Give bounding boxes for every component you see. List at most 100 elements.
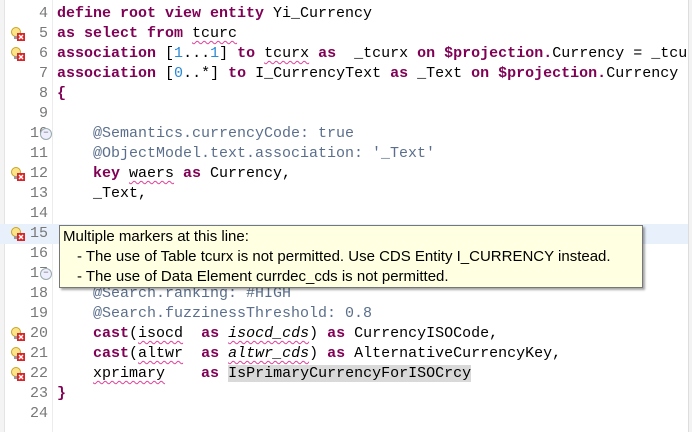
vertical-scrollbar[interactable] [688, 0, 692, 432]
line-number: 23 [29, 385, 48, 402]
code-token: } [57, 385, 67, 402]
code-line[interactable]: 11 @ObjectModel.text.association: '_Text… [0, 144, 688, 164]
code-line[interactable]: 6 association [1...1] to tcurx as _tcurx … [0, 44, 692, 64]
code-token: [ [165, 45, 175, 62]
code-token: IsPrimaryCurrencyForISOCrcy [228, 365, 472, 382]
code-line[interactable]: 19 @Search.fuzzinessThreshold: 0.8 [0, 304, 688, 324]
line-number: 22 [29, 365, 48, 382]
code-line[interactable]: 13 _Text, [0, 184, 688, 204]
code-token-error-underlined: isocd_cds [228, 325, 310, 342]
tooltip-item: - The use of Data Element currdec_cds is… [77, 268, 449, 285]
code-token: Yi_Currency [273, 5, 373, 22]
code-token: ... [183, 45, 211, 62]
code-line[interactable]: 23} [0, 384, 688, 404]
code-text: xprimary as IsPrimaryCurrencyForISOCrcy [57, 364, 472, 384]
code-token-error-underlined: waers [129, 165, 175, 182]
code-line[interactable]: 5 as select from tcurc [0, 24, 688, 44]
line-number: 8 [38, 85, 48, 102]
code-line[interactable]: 8{ [0, 84, 688, 104]
code-token: as [309, 45, 355, 62]
code-line[interactable]: 4 define root view entity Yi_Currency [0, 4, 688, 24]
tooltip-title: Multiple markers at this line: [63, 228, 249, 245]
line-number: 11 [29, 145, 48, 162]
tooltip-item: - The use of Table tcurx is not permitte… [77, 248, 611, 265]
code-line[interactable]: 24 [0, 404, 688, 424]
code-token: I_CurrencyText [255, 65, 391, 82]
code-token: ) [309, 345, 328, 362]
line-number: 6 [38, 45, 48, 62]
code-text: key waers as Currency, [57, 164, 291, 184]
code-text: cast(altwr as altwr_cds) as AlternativeC… [57, 344, 561, 364]
code-token: [ [165, 65, 175, 82]
code-token: 0 [174, 65, 184, 82]
code-line[interactable]: 22 xprimary as IsPrimaryCurrencyForISOCr… [0, 364, 688, 384]
code-token: 1 [210, 45, 220, 62]
code-token: as [174, 165, 211, 182]
line-number: 20 [29, 325, 48, 342]
code-token: as [201, 325, 229, 342]
code-token: ) [309, 325, 328, 342]
code-line[interactable]: 12 key waers as Currency, [0, 164, 688, 184]
line-number: 16 [29, 245, 48, 262]
code-token: Currency, [210, 165, 292, 182]
code-line[interactable]: 21 cast(altwr as altwr_cds) as Alternati… [0, 344, 688, 364]
code-text: define root view entity Yi_Currency [57, 4, 372, 24]
code-token: cast [57, 325, 130, 342]
code-text: @Search.fuzzinessThreshold: 0.8 [57, 304, 372, 324]
code-token: Currency [606, 65, 679, 82]
code-token: ..*] [183, 65, 229, 82]
code-token: as [201, 365, 229, 382]
code-token: _Text [417, 65, 472, 82]
code-text: { [57, 84, 66, 104]
code-text: _Text, [57, 184, 147, 204]
code-text: as select from tcurc [57, 24, 237, 44]
code-line[interactable]: 20 cast(isocd as isocd_cds) as CurrencyI… [0, 324, 688, 344]
code-token: as select from [57, 25, 193, 42]
code-token-error-underlined: altwr_cds [228, 345, 310, 362]
code-text: association [0..*] to I_CurrencyText as … [57, 64, 678, 84]
code-text: @Semantics.currencyCode: true [57, 124, 354, 144]
code-token: _Text, [57, 185, 148, 202]
code-token: cast [57, 345, 130, 362]
fold-collapse-icon[interactable]: − [40, 128, 52, 140]
code-text: cast(isocd as isocd_cds) as CurrencyISOC… [57, 324, 498, 344]
line-number: 12 [29, 165, 48, 182]
code-line[interactable]: 10− @Semantics.currencyCode: true [0, 124, 688, 144]
code-token: @Semantics.currencyCode: true [57, 125, 355, 142]
code-token: ] [219, 45, 238, 62]
code-token: as [390, 65, 418, 82]
code-token: @ObjectModel.text.association: '_Text' [57, 145, 436, 162]
code-line[interactable]: 9 [0, 104, 688, 124]
code-token: to [237, 45, 265, 62]
line-number: 19 [29, 305, 48, 322]
line-number: 5 [38, 25, 48, 42]
code-token: on $projection. [471, 65, 607, 82]
code-editor[interactable]: 4 define root view entity Yi_Currency 5 as … [0, 4, 692, 424]
code-token: as [327, 325, 355, 342]
code-token-error-underlined: tcurx [264, 45, 310, 62]
fold-collapse-icon[interactable]: − [40, 268, 52, 280]
code-line[interactable]: 14 [0, 204, 688, 224]
line-number: 9 [38, 105, 48, 122]
code-text: association [1...1] to tcurx as _tcurx o… [57, 44, 692, 64]
code-token: ( [129, 325, 139, 342]
line-number: 13 [29, 185, 48, 202]
code-text: @ObjectModel.text.association: '_Text' [57, 144, 435, 164]
code-token: ( [129, 345, 139, 362]
code-token: association [57, 45, 166, 62]
code-token-error-underlined: xprimary [93, 365, 166, 382]
code-token: 1 [174, 45, 184, 62]
line-number: 4 [38, 5, 48, 22]
code-token-error-underlined: isocd [138, 325, 184, 342]
line-number: 7 [38, 65, 48, 82]
marker-hover-tooltip: Multiple markers at this line: - The use… [59, 225, 643, 288]
line-number: 15 [29, 225, 48, 242]
code-line[interactable]: 7 association [0..*] to I_CurrencyText as… [0, 64, 688, 84]
line-number: 14 [29, 205, 48, 222]
code-token: CurrencyISOCode, [354, 325, 499, 342]
code-token: { [57, 85, 67, 102]
code-token: _tcurx [354, 45, 418, 62]
code-token: as [201, 345, 229, 362]
